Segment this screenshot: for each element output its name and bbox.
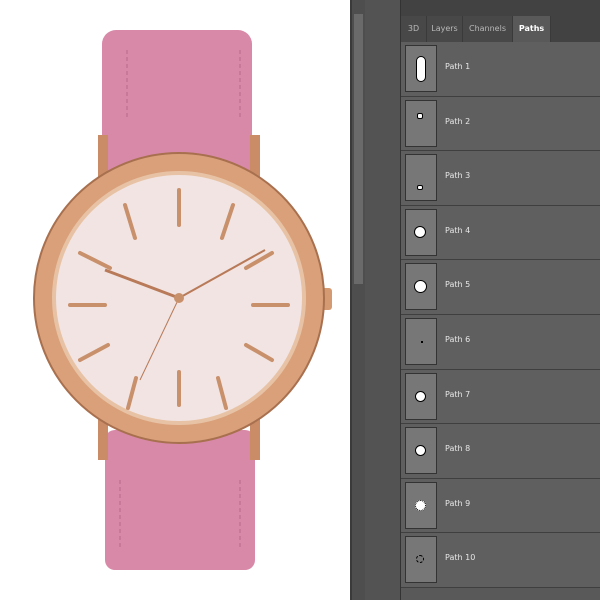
paths-panel: 3D Layers Channels Paths Path 1 Path 2 Pat… [401, 0, 600, 600]
path-label: Path 9 [445, 498, 471, 508]
path-row[interactable]: Path 10 [401, 533, 600, 588]
path-row[interactable]: Path 2 [401, 96, 600, 152]
image-canvas[interactable] [0, 0, 350, 600]
path-row[interactable]: Path 6 [401, 314, 600, 370]
tab-channels[interactable]: Channels [463, 16, 513, 42]
path-row[interactable]: Path 4 [401, 205, 600, 261]
path-thumbnail [405, 372, 437, 420]
path-row[interactable]: Path 1 [401, 42, 600, 97]
path-label: Path 7 [445, 389, 471, 399]
path-label: Path 10 [445, 553, 476, 563]
path-label: Path 1 [445, 62, 471, 71]
path-label: Path 3 [445, 171, 471, 181]
path-label: Path 5 [445, 280, 471, 290]
path-thumbnail [405, 427, 437, 475]
panel-dock [365, 0, 401, 600]
path-label: Path 4 [445, 225, 471, 235]
path-thumbnail [405, 45, 437, 92]
path-thumbnail [405, 263, 437, 311]
watch-image [33, 30, 332, 570]
tab-paths[interactable]: Paths [513, 16, 551, 42]
path-thumbnail [405, 154, 437, 202]
path-row[interactable]: Path 3 [401, 151, 600, 206]
path-row[interactable]: Path 8 [401, 424, 600, 479]
path-shape-icon [415, 390, 426, 402]
path-thumbnail [405, 481, 437, 529]
path-label: Path 2 [445, 116, 471, 126]
path-label: Path 8 [445, 444, 471, 454]
panel-tabs: 3D Layers Channels Paths [401, 16, 600, 42]
path-shape-icon [414, 225, 426, 238]
path-thumbnail [405, 536, 437, 584]
path-shape-icon [421, 340, 423, 343]
path-thumbnail [405, 317, 437, 365]
path-shape-icon [415, 499, 426, 511]
path-shape-icon [416, 56, 426, 82]
path-row[interactable]: Path 7 [401, 369, 600, 425]
tab-3d[interactable]: 3D [401, 16, 427, 42]
path-thumbnail [405, 208, 437, 256]
paths-list: Path 1 Path 2 Path 3 Path 4 Path 5 Path 6 Path… [401, 42, 600, 600]
path-row[interactable]: Path 9 [401, 478, 600, 534]
path-shape-icon [417, 185, 423, 191]
path-shape-icon [415, 445, 426, 457]
path-shape-icon [417, 112, 423, 119]
path-label: Path 6 [445, 334, 471, 344]
bottom-strap [105, 430, 255, 570]
path-shape-icon [416, 555, 424, 564]
tab-layers[interactable]: Layers [427, 16, 463, 42]
path-row[interactable]: Path 5 [401, 260, 600, 315]
path-shape-icon [414, 280, 427, 294]
path-thumbnail [405, 99, 437, 147]
hand-pivot [174, 293, 184, 303]
scrollbar[interactable] [352, 0, 365, 600]
scrollbar-thumb[interactable] [354, 14, 363, 284]
